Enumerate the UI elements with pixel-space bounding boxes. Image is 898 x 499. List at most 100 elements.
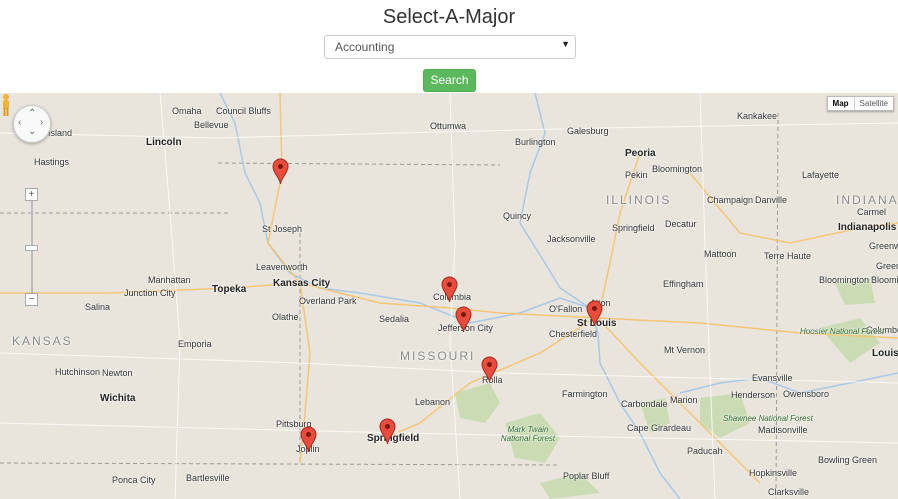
city-label: Galesburg <box>567 126 609 136</box>
pan-right-icon[interactable]: › <box>40 117 43 128</box>
city-label: Hutchinson <box>55 367 101 377</box>
map-type-satellite-button[interactable]: Satellite <box>855 97 893 110</box>
city-label: Peoria <box>625 148 656 159</box>
city-label: Manhattan <box>148 275 191 285</box>
city-label: Bellevue <box>194 120 229 130</box>
city-label: Farmington <box>562 389 608 399</box>
city-label: Lafayette <box>802 170 840 180</box>
location-marker[interactable] <box>379 418 396 445</box>
city-label: Kansas City <box>273 278 331 289</box>
city-label: Springfield <box>612 223 655 233</box>
city-label: Topeka <box>212 284 247 295</box>
city-label: Emporia <box>178 339 212 349</box>
city-label: Decatur <box>665 219 697 229</box>
pan-up-icon[interactable]: ⌃ <box>28 108 36 119</box>
zoom-out-button[interactable]: − <box>25 293 38 306</box>
zoom-slider-handle[interactable] <box>25 245 38 251</box>
state-label: KANSAS <box>12 334 73 348</box>
city-label: Burlington <box>515 137 556 147</box>
map[interactable]: KANSAS MISSOURI ILLINOIS INDIANA Omaha C… <box>0 93 898 499</box>
city-label: St Joseph <box>262 224 303 234</box>
city-label: Bloomington <box>652 164 703 174</box>
city-label: Pekin <box>625 170 648 180</box>
city-label: Henderson <box>731 390 776 400</box>
city-label: Kankakee <box>737 111 778 121</box>
park-label: Shawnee National Forest <box>723 414 813 423</box>
city-label: Champaign <box>707 195 754 205</box>
city-label: Olathe <box>272 312 299 322</box>
city-label: Marion <box>670 395 698 405</box>
city-label: Paducah <box>687 446 723 456</box>
location-marker[interactable] <box>586 300 603 327</box>
chevron-down-icon: ▼ <box>561 39 570 49</box>
map-type-control: Map Satellite <box>826 96 894 111</box>
zoom-in-button[interactable]: + <box>25 188 38 201</box>
city-label: Lebanon <box>415 397 451 407</box>
city-label: Quincy <box>503 211 532 221</box>
city-label: Carbondale <box>621 399 668 409</box>
park-label: Hoosier National Forest <box>800 327 885 336</box>
map-type-map-button[interactable]: Map <box>828 97 855 110</box>
location-marker[interactable] <box>481 356 498 383</box>
city-label: Junction City <box>124 288 176 298</box>
state-border <box>0 462 561 466</box>
state-label: INDIANA <box>836 193 898 207</box>
city-label: Terre Haute <box>764 251 812 261</box>
road <box>699 93 716 499</box>
city-label: Indianapolis <box>838 222 897 233</box>
state-label: MISSOURI <box>400 349 476 363</box>
city-label: Carmel <box>857 207 887 217</box>
location-marker[interactable] <box>300 426 317 453</box>
city-label: Danville <box>755 195 788 205</box>
location-marker[interactable] <box>455 306 472 333</box>
city-label: Poplar Bluff <box>563 471 610 481</box>
city-label: Salina <box>85 302 111 312</box>
city-label: Leavenworth <box>256 262 308 272</box>
highway <box>267 93 301 284</box>
city-label: Louisville <box>872 348 898 359</box>
selected-major: Accounting <box>335 40 395 54</box>
city-label: Greenwood <box>869 241 898 251</box>
city-label: Bloomington <box>871 275 898 285</box>
city-label: Sedalia <box>379 314 410 324</box>
city-label: Ponca City <box>112 475 156 485</box>
state-border <box>775 112 779 499</box>
city-label: Lincoln <box>146 137 182 148</box>
pan-left-icon[interactable]: ‹ <box>18 117 21 128</box>
pan-control[interactable]: ⌃ ⌄ ‹ › <box>13 105 51 143</box>
location-marker[interactable] <box>441 276 458 303</box>
city-label: Omaha <box>172 106 202 116</box>
park-label: Mark Twain National Forest <box>500 425 556 443</box>
city-label: Island <box>48 128 73 138</box>
city-label: Ottumwa <box>430 121 467 131</box>
pegman-icon[interactable] <box>0 93 12 117</box>
city-label: Overland Park <box>299 296 357 306</box>
city-label: Hopkinsville <box>749 468 798 478</box>
pan-down-icon[interactable]: ⌄ <box>28 126 36 137</box>
city-label: Madisonville <box>758 425 808 435</box>
city-label: Evansville <box>752 373 793 383</box>
city-label: Clarksville <box>768 487 810 497</box>
city-label: Mt Vernon <box>664 345 706 355</box>
city-label: Hastings <box>34 157 70 167</box>
city-label: Owensboro <box>783 389 830 399</box>
city-label: Chesterfield <box>549 329 598 339</box>
city-label: O'Fallon <box>549 304 583 314</box>
city-label: Effingham <box>663 279 704 289</box>
state-border <box>217 162 501 166</box>
city-label: Greenwood <box>876 261 898 271</box>
city-label: Jacksonville <box>547 234 596 244</box>
city-label: Cape Girardeau <box>627 423 692 433</box>
zoom-slider-track[interactable] <box>31 188 33 298</box>
city-label: Bloomington <box>819 275 870 285</box>
state-label: ILLINOIS <box>606 193 672 207</box>
city-label: Mattoon <box>704 249 737 259</box>
location-marker[interactable] <box>272 158 289 185</box>
city-label: Wichita <box>100 393 136 404</box>
major-select[interactable]: Accounting ▼ <box>324 35 576 59</box>
page-title: Select-A-Major <box>382 6 516 28</box>
city-label: Bowling Green <box>818 455 878 465</box>
city-label: Bartlesville <box>186 473 230 483</box>
city-label: Council Bluffs <box>216 106 271 116</box>
search-button[interactable]: Search <box>423 69 476 92</box>
